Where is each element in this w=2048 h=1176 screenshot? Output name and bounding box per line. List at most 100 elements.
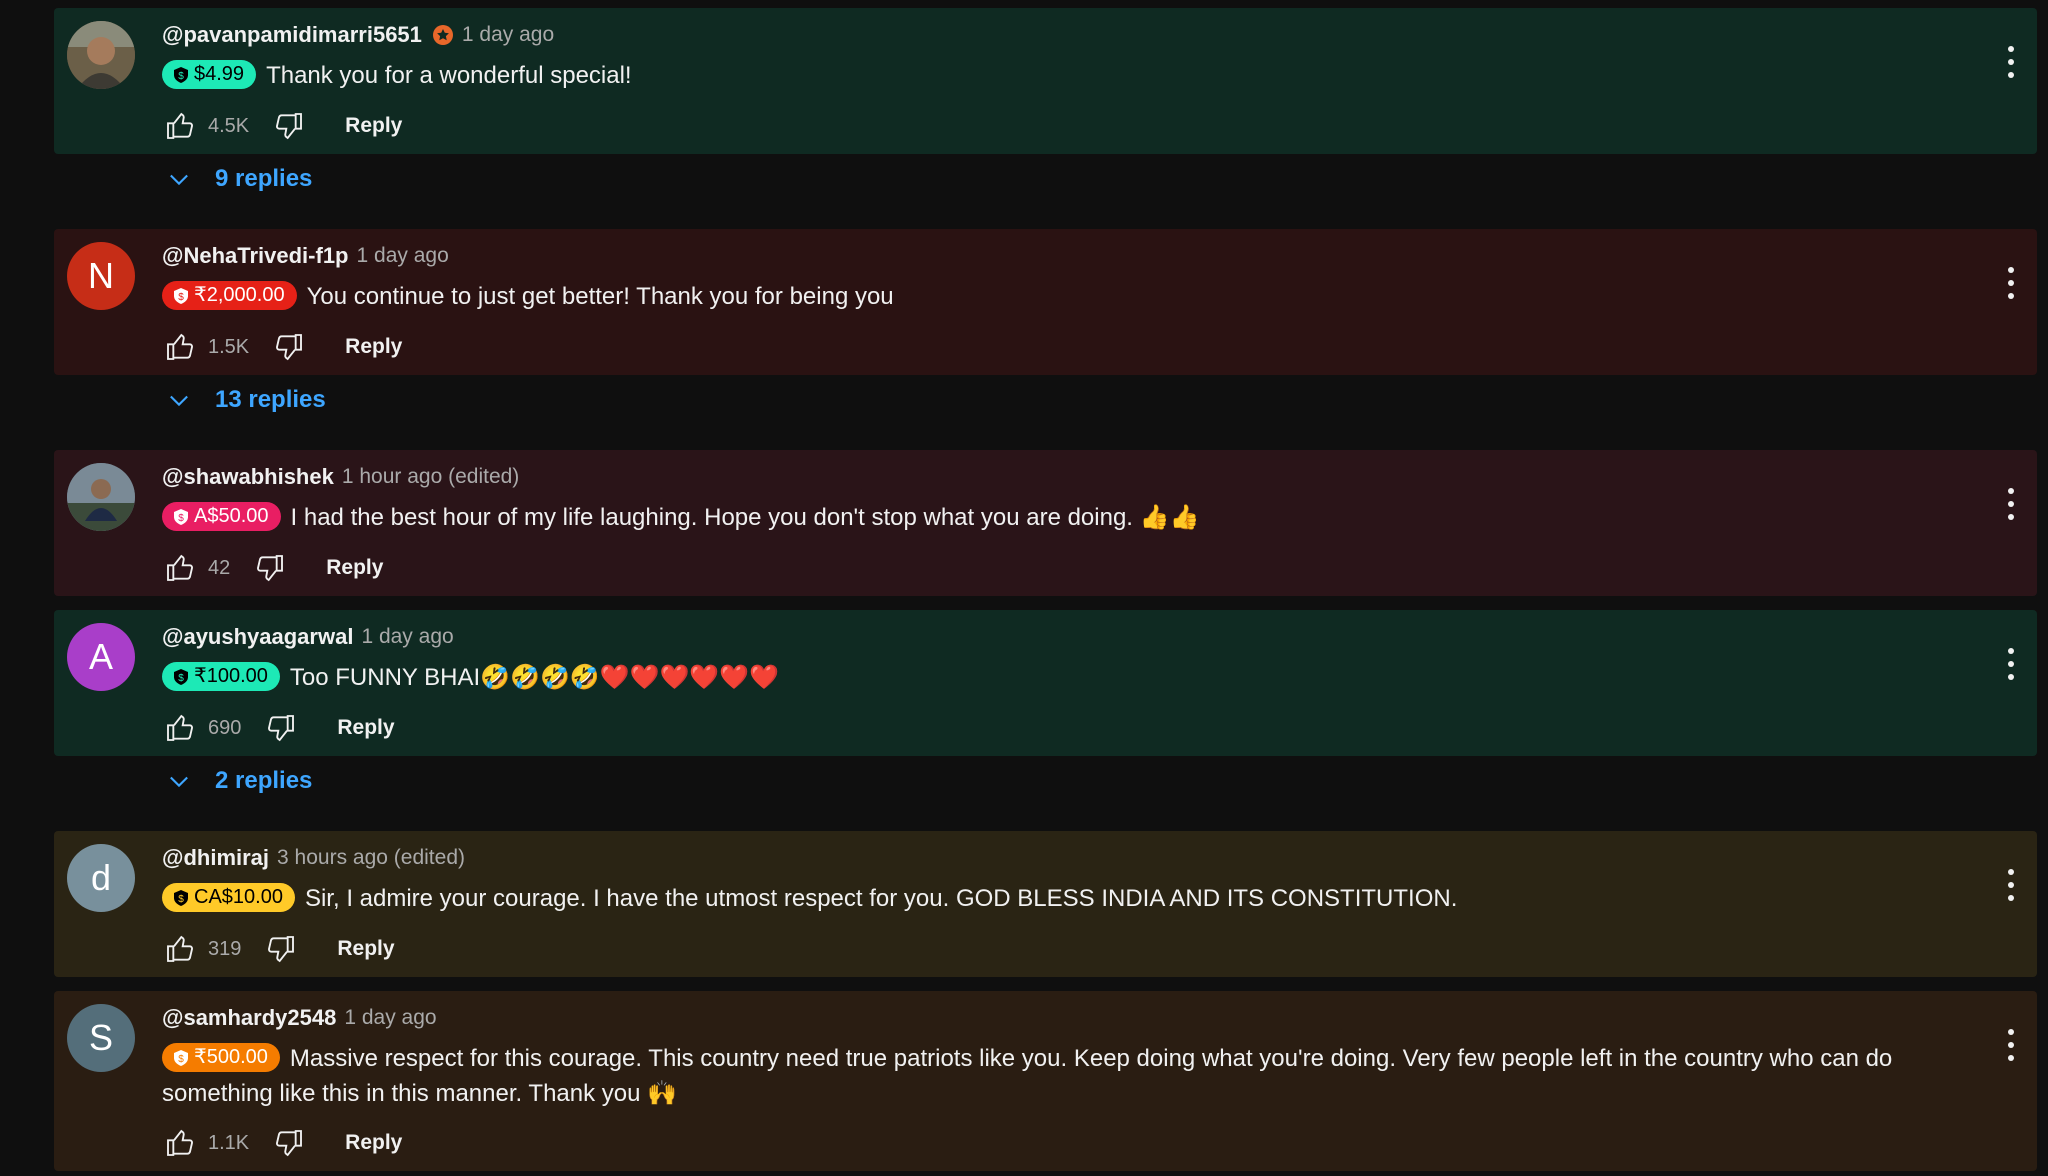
comment-text: Too FUNNY BHAI🤣🤣🤣🤣❤️❤️❤️❤️❤️❤️ <box>289 664 780 691</box>
like-count: 1.5K <box>208 335 250 358</box>
super-chat-coin-icon: $ <box>174 889 188 906</box>
like-count: 4.5K <box>208 114 250 137</box>
like-button[interactable] <box>162 108 198 144</box>
thumbs-down-icon <box>268 715 295 742</box>
chevron-down-icon <box>170 776 188 788</box>
svg-text:$: $ <box>178 71 184 82</box>
super-chat-amount: $ CA$10.00 <box>162 883 295 913</box>
comment-actions: 1.5K Reply <box>162 329 402 365</box>
comment-actions: 1.1K Reply <box>162 1125 402 1161</box>
reply-button[interactable]: Reply <box>345 335 402 359</box>
member-star-icon <box>432 25 453 45</box>
comment-text-line: $ $4.99 Thank you for a wonderful specia… <box>162 58 1977 93</box>
super-chat-coin-icon: $ <box>174 508 188 525</box>
dislike-button[interactable] <box>271 1125 307 1161</box>
more-vert-icon[interactable] <box>2005 488 2017 520</box>
view-replies-label: 9 replies <box>215 165 313 192</box>
more-vert-icon[interactable] <box>2005 869 2017 901</box>
author-name[interactable]: @ayushyaagarwal <box>162 624 353 650</box>
comment-time[interactable]: 1 day ago <box>361 625 453 649</box>
view-replies-button[interactable]: 9 replies <box>165 165 312 193</box>
thumbs-down-icon <box>276 334 303 361</box>
dislike-button[interactable] <box>252 550 288 586</box>
comment-time[interactable]: 1 day ago <box>344 1006 436 1030</box>
comment-header: @pavanpamidimarri5651 1 day ago <box>162 22 554 48</box>
view-replies-button[interactable]: 2 replies <box>165 767 312 795</box>
dislike-button[interactable] <box>263 931 299 967</box>
comment-header: @NehaTrivedi-f1p 1 day ago <box>162 243 449 269</box>
avatar[interactable]: A <box>67 623 135 691</box>
super-chat-amount: $ ₹2,000.00 <box>162 281 297 311</box>
avatar[interactable]: S <box>67 1004 135 1072</box>
thumbs-up-icon <box>167 333 193 360</box>
author-name[interactable]: @NehaTrivedi-f1p <box>162 243 349 269</box>
amount-label: CA$10.00 <box>194 886 283 909</box>
comment-header: @ayushyaagarwal 1 day ago <box>162 624 454 650</box>
super-chat-amount: $ ₹100.00 <box>162 662 280 692</box>
view-replies-button[interactable]: 13 replies <box>165 386 326 414</box>
dislike-button[interactable] <box>263 710 299 746</box>
comment-header: @dhimiraj 3 hours ago (edited) <box>162 845 465 871</box>
chevron-down-icon <box>170 395 188 407</box>
avatar[interactable] <box>67 21 135 89</box>
author-name[interactable]: @pavanpamidimarri5651 <box>162 22 422 48</box>
more-vert-icon[interactable] <box>2005 46 2017 78</box>
like-button[interactable] <box>162 550 198 586</box>
thumbs-down-icon <box>276 113 303 140</box>
more-vert-icon[interactable] <box>2005 267 2017 299</box>
more-vert-icon[interactable] <box>2005 1029 2017 1061</box>
svg-text:$: $ <box>178 513 184 524</box>
dislike-button[interactable] <box>271 108 307 144</box>
reply-button[interactable]: Reply <box>337 716 394 740</box>
thumbs-down-icon <box>257 555 284 582</box>
comment-time[interactable]: 1 hour ago (edited) <box>342 465 519 489</box>
avatar-letter: S <box>88 1017 113 1058</box>
comment-text: You continue to just get better! Thank y… <box>306 283 894 310</box>
like-count: 42 <box>208 556 231 579</box>
comment-text-line: $ ₹100.00 Too FUNNY BHAI🤣🤣🤣🤣❤️❤️❤️❤️❤️❤️ <box>162 660 1977 695</box>
avatar[interactable] <box>67 463 135 531</box>
comment-text: I had the best hour of my life laughing.… <box>290 504 1200 531</box>
super-chat-coin-icon: $ <box>174 287 188 304</box>
like-button[interactable] <box>162 1125 198 1161</box>
like-button[interactable] <box>162 329 198 365</box>
thumbs-down-icon <box>276 1130 303 1157</box>
amount-label: ₹500.00 <box>194 1046 268 1069</box>
avatar-letter: A <box>88 636 113 677</box>
like-button[interactable] <box>162 710 198 746</box>
comment-header: @samhardy2548 1 day ago <box>162 1005 437 1031</box>
comment-text: Massive respect for this courage. This c… <box>162 1045 1893 1107</box>
reply-button[interactable]: Reply <box>326 556 383 580</box>
comment-actions: 690 Reply <box>162 710 395 746</box>
avatar[interactable]: d <box>67 844 135 912</box>
like-count: 1.1K <box>208 1131 250 1154</box>
dislike-button[interactable] <box>271 329 307 365</box>
super-chat-amount: $ ₹500.00 <box>162 1043 280 1073</box>
super-chat-amount: $ $4.99 <box>162 60 257 90</box>
comment-time[interactable]: 1 day ago <box>357 244 449 268</box>
svg-text:$: $ <box>178 894 184 905</box>
comment-actions: 4.5K Reply <box>162 108 402 144</box>
comment-time[interactable]: 1 day ago <box>462 23 554 47</box>
author-name[interactable]: @samhardy2548 <box>162 1005 336 1031</box>
reply-button[interactable]: Reply <box>337 937 394 961</box>
view-replies-label: 2 replies <box>215 767 313 794</box>
author-name[interactable]: @shawabhishek <box>162 464 334 490</box>
comment-text-line: $ ₹2,000.00 You continue to just get bet… <box>162 279 1977 314</box>
comment-time[interactable]: 3 hours ago (edited) <box>277 846 465 870</box>
thumbs-up-icon <box>167 1129 193 1156</box>
like-button[interactable] <box>162 931 198 967</box>
comment-actions: 42 Reply <box>162 550 383 586</box>
thumbs-up-icon <box>167 554 193 581</box>
thumbs-up-icon <box>167 714 193 741</box>
super-chat-amount: $ A$50.00 <box>162 502 281 532</box>
thumbs-up-icon <box>167 935 193 962</box>
reply-button[interactable]: Reply <box>345 114 402 138</box>
comment-text: Sir, I admire your courage. I have the u… <box>304 885 1458 912</box>
thumbs-down-icon <box>268 936 295 963</box>
reply-button[interactable]: Reply <box>345 1131 402 1155</box>
more-vert-icon[interactable] <box>2005 648 2017 680</box>
avatar[interactable]: N <box>67 242 135 310</box>
author-name[interactable]: @dhimiraj <box>162 845 269 871</box>
comment-text-line: $ ₹500.00 Massive respect for this coura… <box>162 1041 1977 1111</box>
